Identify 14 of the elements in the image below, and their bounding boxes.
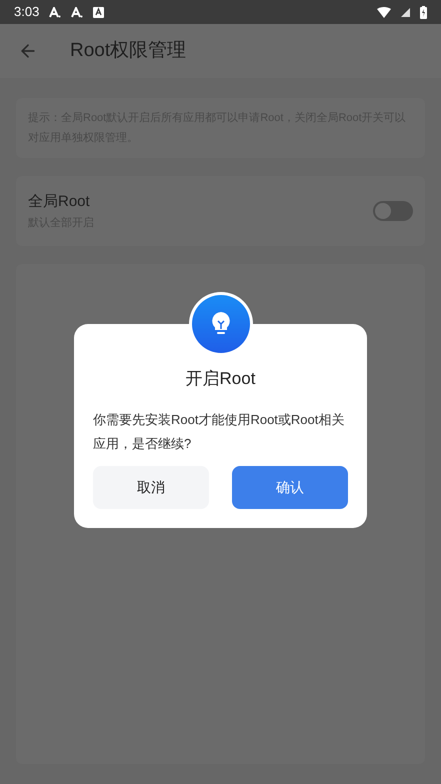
confirm-button[interactable]: 确认 xyxy=(232,466,348,508)
toggle-switch[interactable] xyxy=(373,201,413,221)
page-title: Root权限管理 xyxy=(70,38,186,63)
app-notification-icon xyxy=(71,6,84,18)
battery-icon xyxy=(420,6,427,18)
dialog-title: 开启Root xyxy=(186,368,256,390)
app-notification-icon xyxy=(93,6,104,18)
dialog-message: 你需要先安装Root才能使用Root或Root相关应用，是否继续? xyxy=(93,410,346,452)
signal-icon xyxy=(401,8,410,16)
cancel-button[interactable]: 取消 xyxy=(93,466,209,508)
status-time: 3:03 xyxy=(14,3,40,22)
setting-title: 全局Root xyxy=(28,192,91,212)
app-notification-icon xyxy=(49,6,62,18)
wifi-icon xyxy=(377,6,391,18)
